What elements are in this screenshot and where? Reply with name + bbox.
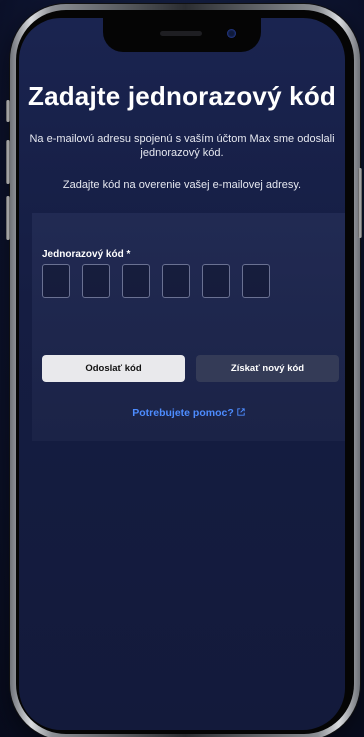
otp-page: Zadajte jednorazový kód Na e-mailovú adr… bbox=[19, 18, 345, 730]
help-link[interactable]: Potrebujete pomoc? bbox=[32, 407, 345, 419]
page-title: Zadajte jednorazový kód bbox=[27, 81, 336, 111]
code-digit-2-input[interactable] bbox=[82, 264, 110, 298]
external-link-icon bbox=[237, 407, 245, 419]
submit-code-button[interactable]: Odoslať kód bbox=[42, 355, 185, 382]
code-digit-5-input[interactable] bbox=[202, 264, 230, 298]
page-subtitle: Na e-mailovú adresu spojenú s vaším účto… bbox=[29, 133, 335, 159]
code-digit-1-input[interactable] bbox=[42, 264, 70, 298]
otp-form-card: Jednorazový kód * Odoslať kód Získať nov… bbox=[32, 213, 345, 441]
front-camera bbox=[227, 29, 236, 38]
side-button-volume-up bbox=[6, 140, 10, 184]
code-digit-3-input[interactable] bbox=[122, 264, 150, 298]
device-mockup-stage: Zadajte jednorazový kód Na e-mailovú adr… bbox=[0, 0, 364, 737]
code-digit-4-input[interactable] bbox=[162, 264, 190, 298]
help-link-label: Potrebujete pomoc? bbox=[132, 407, 234, 419]
phone-screen: Zadajte jednorazový kód Na e-mailovú adr… bbox=[19, 18, 345, 730]
resend-code-button[interactable]: Získať nový kód bbox=[196, 355, 339, 382]
submit-code-button-label: Odoslať kód bbox=[85, 363, 142, 374]
code-field-label: Jednorazový kód * bbox=[42, 249, 131, 260]
resend-code-button-label: Získať nový kód bbox=[230, 363, 305, 374]
speaker-grille bbox=[160, 31, 202, 36]
page-instruction: Zadajte kód na overenie vašej e-mailovej… bbox=[62, 179, 302, 191]
notch bbox=[103, 18, 261, 52]
side-button-volume-down bbox=[6, 196, 10, 240]
side-button-silent bbox=[6, 100, 10, 122]
side-button-power bbox=[358, 168, 362, 238]
code-digit-6-input[interactable] bbox=[242, 264, 270, 298]
code-input-group bbox=[42, 264, 270, 298]
